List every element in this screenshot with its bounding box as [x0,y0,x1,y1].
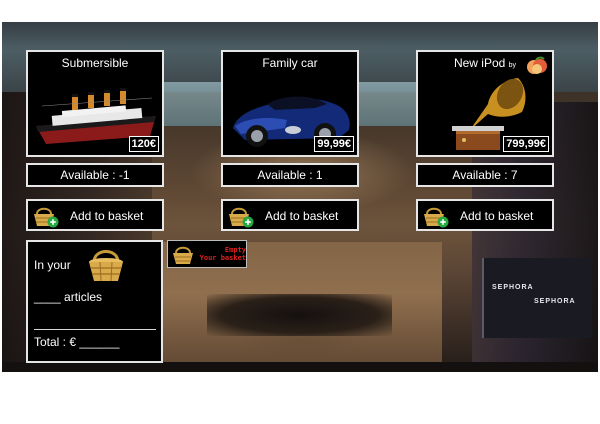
food-court-tables [207,294,392,336]
product-title-text: New iPod [453,56,506,70]
empty-basket-label: Empty Your basket [192,246,246,262]
product-card-new-ipod[interactable]: New iPod by 799,99€ [416,50,554,157]
basket-summary: In your ____ articles Total : € ______ [26,240,163,363]
empty-basket-line1: Empty [224,246,246,254]
basket-add-icon [229,207,254,228]
basket-icon [89,250,123,282]
product-title: Submersible [61,56,129,70]
product-price: 99,99€ [314,136,354,152]
basket-divider [34,329,156,330]
add-to-basket-label: Add to basket [265,209,339,223]
product-card-family-car[interactable]: Family car 99,99€ [221,50,359,157]
add-to-basket-label: Add to basket [70,209,144,223]
basket-add-icon [424,207,449,228]
add-to-basket-button-new-ipod[interactable]: Add to basket [416,199,554,231]
product-card-submersible[interactable]: Submersible 120€ [26,50,164,157]
fruit-logo-icon [527,56,547,74]
basket-article-count: ____ articles [34,290,103,304]
store-front: SEPHORA SEPHORA [482,258,592,338]
availability-submersible: Available : -1 [26,163,164,187]
basket-summary-heading: In your [34,258,71,272]
mall-bottom-edge [2,362,598,372]
basket-add-icon [34,207,59,228]
product-price: 120€ [128,136,159,152]
basket-total: Total : € ______ [34,335,120,349]
availability-family-car: Available : 1 [221,163,359,187]
availability-new-ipod: Available : 7 [416,163,554,187]
add-to-basket-label: Add to basket [460,209,534,223]
add-to-basket-button-submersible[interactable]: Add to basket [26,199,164,231]
empty-basket-line2: Your basket [199,254,246,262]
empty-basket-button[interactable]: Empty Your basket [167,240,247,268]
product-title-suffix: by [508,62,517,69]
product-title: Family car [262,56,318,70]
product-price: 799,99€ [503,136,549,152]
add-to-basket-button-family-car[interactable]: Add to basket [221,199,359,231]
